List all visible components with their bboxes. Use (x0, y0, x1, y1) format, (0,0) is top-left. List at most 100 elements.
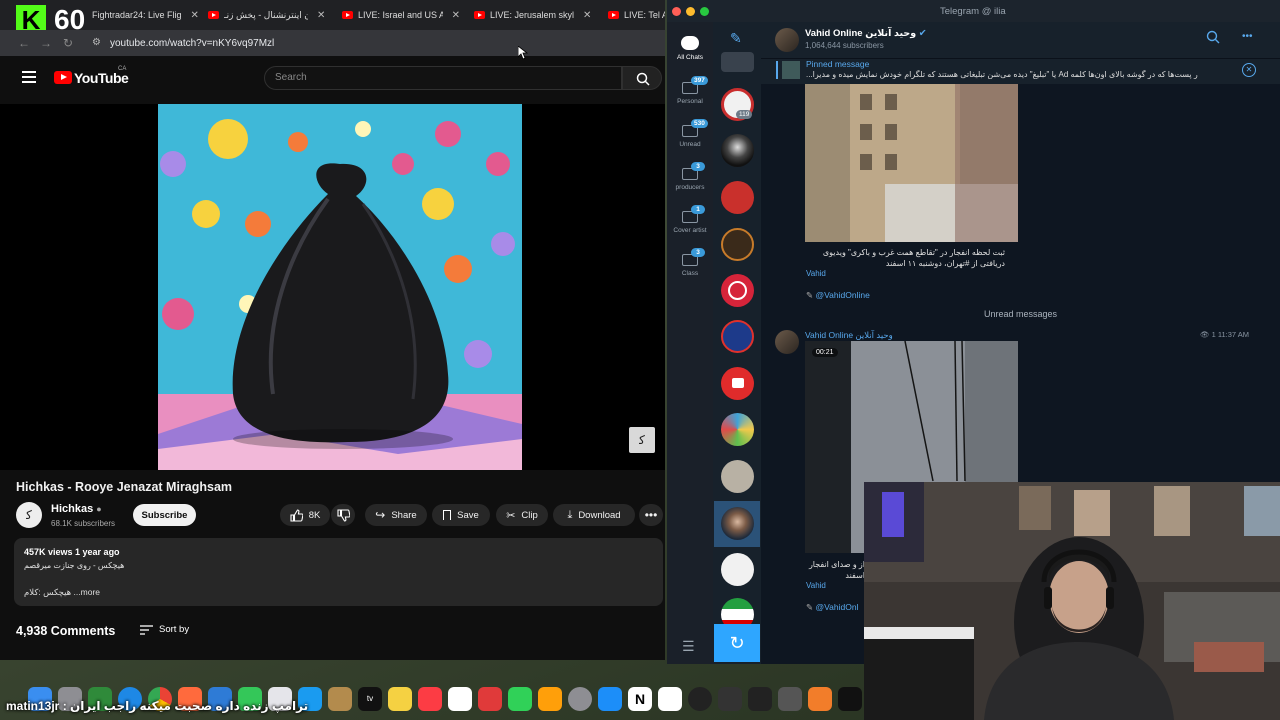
browser-tab[interactable]: Fightradar24: Live Flig ✕ (92, 4, 200, 26)
app-icon[interactable] (838, 687, 862, 711)
description-text: هیچکس - روی جنازت میرقصم (24, 561, 125, 570)
scissors-icon: ✂ (506, 509, 516, 522)
youtube-favicon-icon (208, 11, 219, 19)
browser-tab[interactable]: ایران اینترنشنال - پخش زنـ ✕ (208, 4, 328, 26)
news-icon[interactable] (478, 687, 502, 711)
app-icon[interactable] (718, 687, 742, 711)
share-button[interactable]: ↪ Share (365, 504, 427, 526)
chat-item[interactable] (721, 460, 754, 493)
notion-icon[interactable]: N (628, 687, 652, 711)
site-settings-icon[interactable]: ⚙ (92, 37, 101, 48)
youtube-logo-icon[interactable] (54, 71, 72, 84)
chat-item[interactable] (721, 553, 754, 586)
save-button[interactable]: Save (432, 504, 490, 526)
browser-tab[interactable]: LIVE: Israel and US Att ✕ (342, 4, 460, 26)
pinned-accent (776, 61, 778, 79)
more-actions-button[interactable]: ••• (639, 504, 663, 526)
forward-icon[interactable]: → (40, 36, 52, 50)
system-settings-icon[interactable] (568, 687, 592, 711)
calendar-icon[interactable] (658, 687, 682, 711)
youtube-logo-text[interactable]: YouTube (74, 70, 129, 86)
calendar-icon[interactable] (448, 687, 472, 711)
subscribe-button[interactable]: Subscribe (133, 504, 196, 526)
folder-class[interactable]: 3 Class (669, 248, 711, 277)
tab-label: Fightradar24: Live Flig (92, 10, 182, 20)
channel-avatar[interactable]: ﮐ (16, 502, 42, 528)
app-store-icon[interactable] (598, 687, 622, 711)
dislike-button[interactable] (331, 504, 355, 526)
tab-label: LIVE: Israel and US Att (358, 10, 443, 20)
numbers-icon[interactable] (508, 687, 532, 711)
settings-sliders-icon[interactable]: ☰ (682, 638, 695, 655)
pages-icon[interactable] (538, 687, 562, 711)
music-icon[interactable] (418, 687, 442, 711)
menu-icon[interactable] (22, 71, 36, 83)
verified-icon: ● (96, 504, 102, 514)
chat-badge: 119 (736, 110, 753, 119)
pen-icon: ✎ (806, 290, 814, 300)
chat-bubble-icon (681, 36, 699, 50)
channel-name[interactable]: Hichkas ● (51, 503, 102, 515)
folder-personal[interactable]: 397 Personal (669, 76, 711, 105)
close-window-icon[interactable] (672, 7, 681, 16)
channel-watermark[interactable]: ﮐ (629, 427, 655, 453)
folder-all-chats[interactable]: All Chats (669, 36, 711, 61)
folder-producers[interactable]: 3 producers (669, 162, 711, 191)
tab-close-icon[interactable]: ✕ (317, 10, 325, 21)
app-icon[interactable] (748, 687, 772, 711)
description-more[interactable]: هیچکس :کلام ...more (24, 587, 100, 598)
chat-item[interactable] (721, 134, 754, 167)
chat-item[interactable] (721, 413, 754, 446)
unread-badge: 397 (691, 76, 708, 85)
search-box[interactable] (264, 66, 622, 90)
chat-item[interactable] (721, 320, 754, 353)
search-icon[interactable] (1206, 30, 1220, 49)
video-frame[interactable] (158, 104, 522, 470)
channel-subscribers: 68.1K subscribers (51, 519, 116, 528)
browser-tab[interactable]: LIVE: Jerusalem skylin ✕ (474, 4, 594, 26)
app-icon[interactable] (688, 687, 712, 711)
channel-avatar[interactable] (775, 28, 799, 52)
channel-title[interactable]: Vahid Online وحید آنلاین ✔ (805, 28, 927, 39)
folder-cover-artist[interactable]: 1 Cover artist (669, 205, 711, 234)
thumbs-down-icon (336, 508, 350, 522)
chat-item[interactable] (721, 367, 754, 400)
minimize-window-icon[interactable] (686, 7, 695, 16)
chat-item[interactable] (721, 507, 754, 540)
browser-tab[interactable]: LIVE: Tel Av (608, 4, 665, 26)
folder-unread[interactable]: 530 Unread (669, 119, 711, 148)
message-link[interactable]: ✎ @VahidOnline (806, 290, 870, 301)
tab-close-icon[interactable]: ✕ (452, 10, 460, 21)
search-input[interactable]: Search (275, 72, 307, 83)
tab-close-icon[interactable]: ✕ (583, 10, 591, 21)
back-icon[interactable]: ← (18, 36, 30, 50)
sender-avatar[interactable] (775, 330, 799, 354)
sort-by-button[interactable]: Sort by (140, 624, 189, 635)
app-icon[interactable] (808, 687, 832, 711)
message-sender[interactable]: Vahid Online وحید آنلاین (805, 330, 893, 341)
search-button[interactable] (622, 66, 662, 90)
pen-icon: ✎ (806, 602, 814, 612)
message-video[interactable] (805, 84, 1018, 242)
more-icon[interactable]: ••• (1242, 31, 1253, 42)
close-pinned-icon[interactable]: ✕ (1242, 63, 1256, 77)
compose-icon[interactable]: ✎ (730, 30, 742, 47)
like-button[interactable]: 8K (280, 504, 330, 526)
notes-icon[interactable] (388, 687, 412, 711)
apple-tv-icon[interactable]: tv (358, 687, 382, 711)
chat-item[interactable] (721, 52, 754, 72)
app-icon[interactable] (778, 687, 802, 711)
chat-item[interactable] (721, 228, 754, 261)
tab-close-icon[interactable]: ✕ (191, 10, 199, 21)
chat-item[interactable] (721, 274, 754, 307)
download-button[interactable]: ⤓ Download (553, 504, 635, 526)
pinned-thumbnail (782, 61, 800, 79)
clip-button[interactable]: ✂ Clip (496, 504, 548, 526)
refresh-icon[interactable]: ↻ (714, 624, 760, 662)
message-link[interactable]: ✎ @VahidOnl (806, 602, 858, 613)
url-field[interactable]: youtube.com/watch?v=nKY6vq97Mzl (110, 38, 274, 49)
reload-icon[interactable]: ↻ (63, 36, 73, 50)
chat-item[interactable] (721, 181, 754, 214)
app-icon[interactable] (328, 687, 352, 711)
zoom-window-icon[interactable] (700, 7, 709, 16)
